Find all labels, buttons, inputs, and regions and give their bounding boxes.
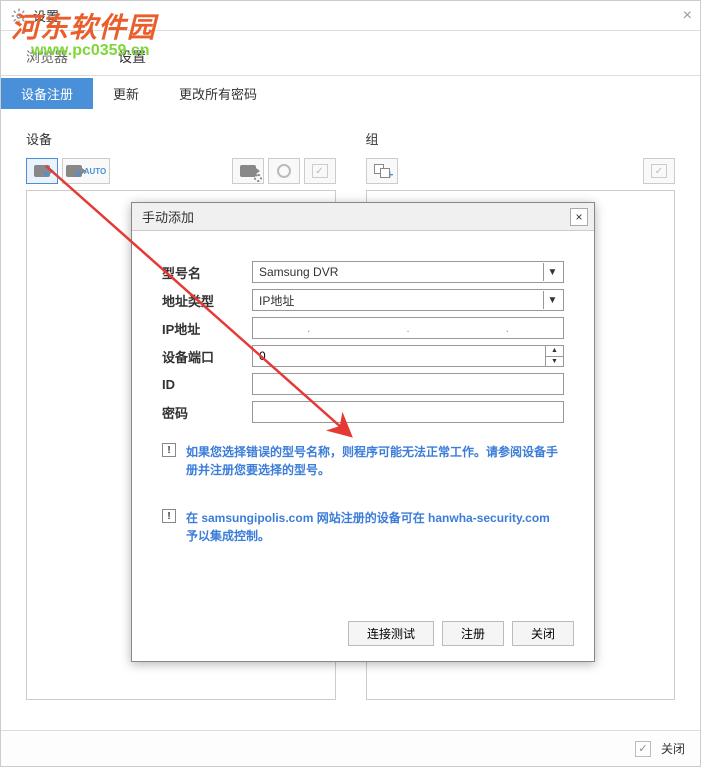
group-header: 组 <box>366 129 676 148</box>
subtab-register[interactable]: 设备注册 <box>1 78 93 109</box>
label-addr-type: 地址类型 <box>162 291 252 310</box>
modal-close-button[interactable]: 关闭 <box>512 621 574 646</box>
register-button[interactable]: 注册 <box>442 621 504 646</box>
ip-input[interactable]: ... <box>252 317 564 339</box>
tab-settings[interactable]: 设置 <box>93 39 171 75</box>
info-icon: ! <box>162 509 176 523</box>
device-check-button[interactable]: ✓ <box>304 158 336 184</box>
settings-window: 河东软件园 www.pc0359.cn 设置 × 浏览器 设置 设备注册 更新 … <box>0 0 701 767</box>
titlebar: 设置 × <box>1 1 700 31</box>
info-box-2: ! 在 samsungipolis.com 网站注册的设备可在 hanwha-s… <box>162 509 564 545</box>
spin-down-icon[interactable]: ▼ <box>546 357 563 367</box>
port-spinner[interactable]: ▲▼ <box>252 345 564 367</box>
footer: ✓ 关闭 <box>1 730 700 766</box>
spin-up-icon[interactable]: ▲ <box>546 346 563 357</box>
dialog-titlebar: 手动添加 × <box>132 203 594 231</box>
group-check-button[interactable]: ✓ <box>643 158 675 184</box>
chevron-down-icon: ▼ <box>543 291 561 309</box>
close-icon[interactable]: × <box>683 7 692 25</box>
device-header: 设备 <box>26 129 336 148</box>
sub-tabs: 设备注册 更新 更改所有密码 <box>1 78 700 109</box>
label-port: 设备端口 <box>162 347 252 366</box>
label-password: 密码 <box>162 403 252 422</box>
manual-add-dialog: 手动添加 × 型号名 Samsung DVR ▼ 地址类型 IP地址 ▼ IP地… <box>131 202 595 662</box>
model-select[interactable]: Samsung DVR ▼ <box>252 261 564 283</box>
confirm-icon[interactable]: ✓ <box>635 741 651 757</box>
window-title: 设置 <box>33 6 59 25</box>
dialog-close-icon[interactable]: × <box>570 208 588 226</box>
auto-add-device-button[interactable]: +AUTO <box>62 158 110 184</box>
gear-icon <box>11 8 27 24</box>
test-connection-button[interactable]: 连接测试 <box>348 621 434 646</box>
label-id: ID <box>162 377 252 392</box>
info-icon: ! <box>162 443 176 457</box>
info-text-1: 如果您选择错误的型号名称，则程序可能无法正常工作。请参阅设备手册并注册您要选择的… <box>186 443 564 479</box>
subtab-change-password[interactable]: 更改所有密码 <box>159 78 277 109</box>
id-input[interactable] <box>252 373 564 395</box>
main-tabs: 浏览器 设置 <box>1 39 700 76</box>
device-disc-button[interactable] <box>268 158 300 184</box>
info-box-1: ! 如果您选择错误的型号名称，则程序可能无法正常工作。请参阅设备手册并注册您要选… <box>162 443 564 479</box>
add-device-button[interactable]: + <box>26 158 58 184</box>
port-input[interactable] <box>253 349 545 363</box>
addr-type-select[interactable]: IP地址 ▼ <box>252 289 564 311</box>
info-text-2: 在 samsungipolis.com 网站注册的设备可在 hanwha-sec… <box>186 509 564 545</box>
add-group-button[interactable]: + <box>366 158 398 184</box>
dialog-title: 手动添加 <box>142 207 194 226</box>
password-input[interactable] <box>252 401 564 423</box>
label-ip: IP地址 <box>162 319 252 338</box>
device-settings-button[interactable] <box>232 158 264 184</box>
chevron-down-icon: ▼ <box>543 263 561 281</box>
footer-close-button[interactable]: 关闭 <box>661 740 685 757</box>
label-model: 型号名 <box>162 263 252 282</box>
subtab-update[interactable]: 更新 <box>93 78 159 109</box>
tab-browser[interactable]: 浏览器 <box>1 39 93 75</box>
